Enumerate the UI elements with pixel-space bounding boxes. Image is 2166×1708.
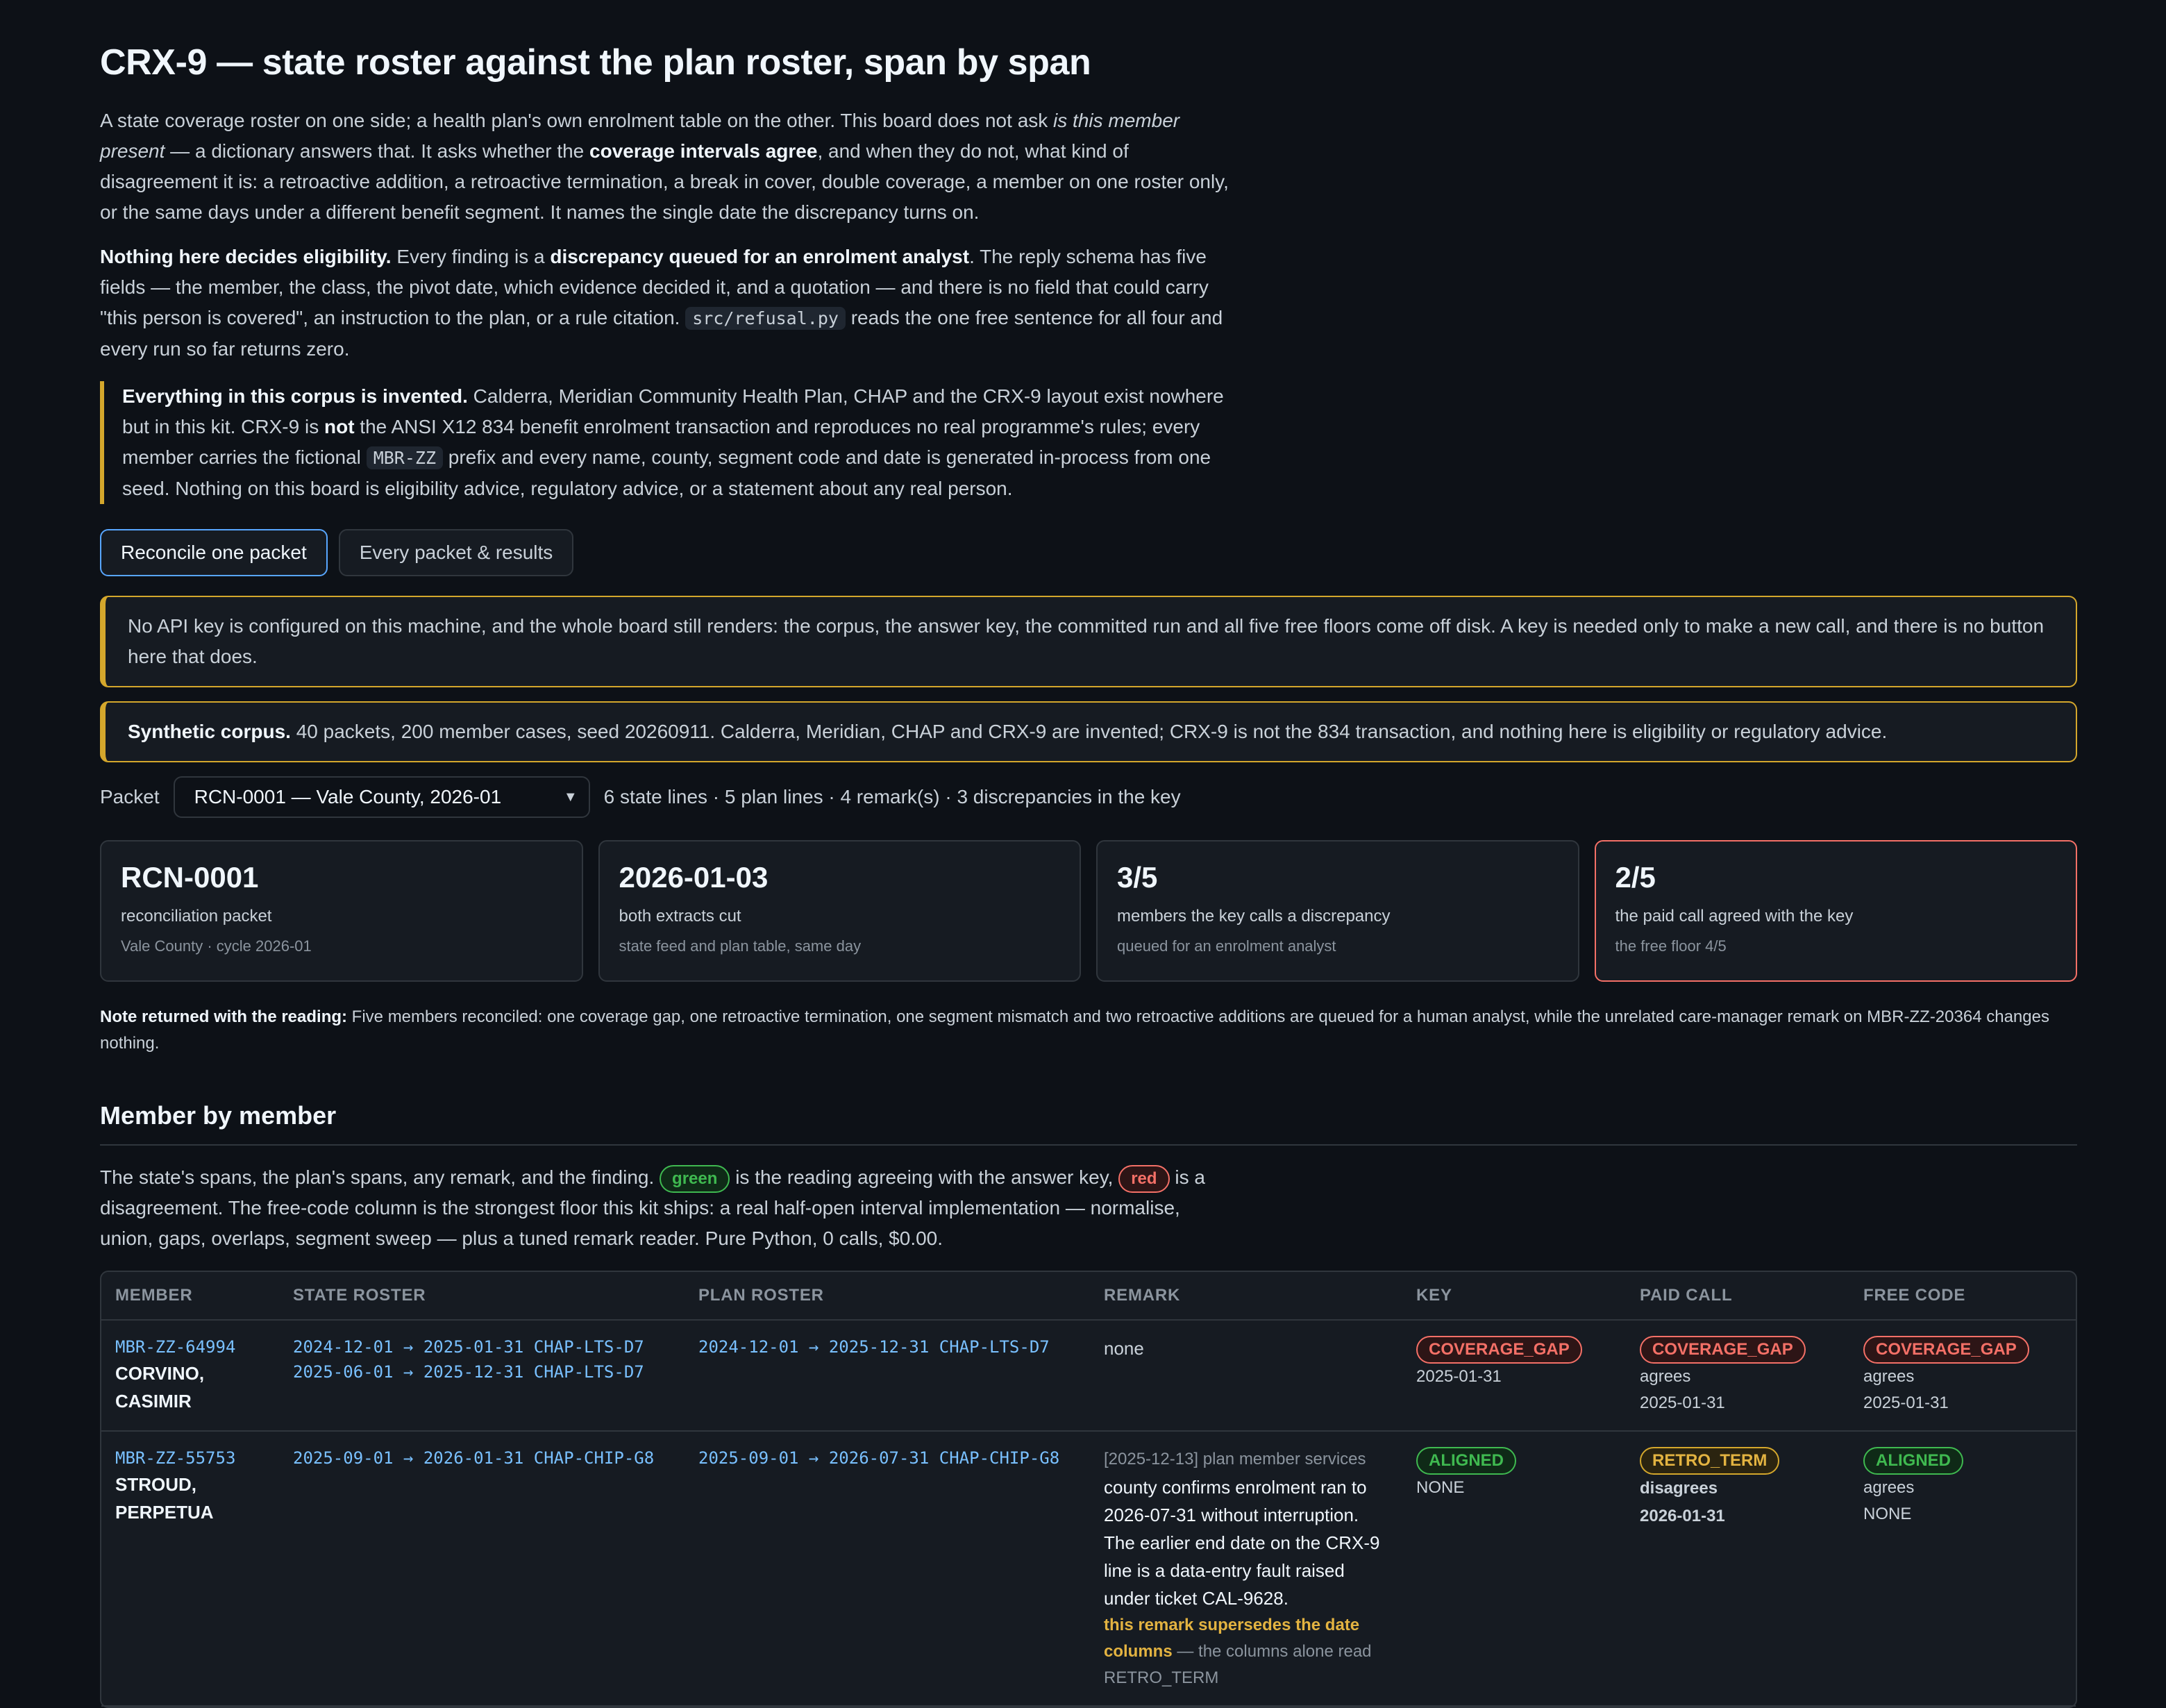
packet-summary: 6 state lines · 5 plan lines · 4 remark(…	[603, 786, 1181, 807]
invented-corpus-callout: Everything in this corpus is invented. C…	[100, 381, 1239, 504]
paid-date: 2025-01-31	[1640, 1393, 1725, 1412]
paid-class-badge: COVERAGE_GAP	[1640, 1336, 1806, 1364]
card-paid-call-agreement: 2/5 the paid call agreed with the key th…	[1594, 840, 2077, 982]
section-title: Member by member	[100, 1101, 2077, 1146]
col-key: Key	[1402, 1272, 1626, 1321]
packet-select-value: RCN-0001 — Vale County, 2026-01	[194, 786, 502, 807]
plan-span: 2024-12-01 → 2025-12-31 CHAP-LTS-D7	[698, 1337, 1050, 1357]
member-table: Member State roster Plan roster Remark K…	[100, 1271, 2077, 1708]
remark-none: none	[1104, 1338, 1144, 1359]
packet-picker: Packet RCN-0001 — Vale County, 2026-01 ▼…	[100, 776, 2077, 818]
table-header-row: Member State roster Plan roster Remark K…	[101, 1272, 2076, 1321]
remark-text: county confirms enrolment ran to 2026-07…	[1104, 1477, 1380, 1609]
col-plan-roster: Plan roster	[685, 1272, 1090, 1321]
member-id[interactable]: MBR-ZZ-55753	[115, 1446, 265, 1471]
col-state-roster: State roster	[279, 1272, 685, 1321]
state-span: 2025-06-01 → 2025-12-31 CHAP-LTS-D7	[293, 1362, 644, 1382]
member-name: CORVINO, CASIMIR	[115, 1363, 205, 1412]
card-packet: RCN-0001 reconciliation packet Vale Coun…	[100, 840, 583, 982]
card-cut-date: 2026-01-03 both extracts cut state feed …	[598, 840, 1081, 982]
free-verdict: agrees	[1863, 1367, 1915, 1386]
free-date: NONE	[1863, 1505, 1912, 1523]
key-class-badge: COVERAGE_GAP	[1416, 1336, 1582, 1364]
member-prefix-code: MBR-ZZ	[366, 446, 443, 469]
state-span: 2024-12-01 → 2025-01-31 CHAP-LTS-D7	[293, 1337, 644, 1357]
key-date: 2025-01-31	[1416, 1367, 1502, 1386]
paid-verdict: disagrees	[1640, 1479, 1718, 1498]
intro-paragraph-1: A state coverage roster on one side; a h…	[100, 110, 1229, 223]
paid-class-badge: RETRO_TERM	[1640, 1447, 1780, 1475]
reading-note: Note returned with the reading: Five mem…	[100, 1007, 2049, 1053]
member-id[interactable]: MBR-ZZ-64994	[115, 1334, 265, 1359]
col-paid-call: Paid call	[1626, 1272, 1849, 1321]
free-date: 2025-01-31	[1863, 1393, 1949, 1412]
col-member: Member	[101, 1272, 279, 1321]
table-row: MBR-ZZ-64994 CORVINO, CASIMIR 2024-12-01…	[101, 1320, 2076, 1432]
synthetic-corpus-banner: Synthetic corpus. 40 packets, 200 member…	[100, 701, 2077, 762]
free-class-badge: ALIGNED	[1863, 1447, 1963, 1475]
plan-span: 2025-09-01 → 2026-07-31 CHAP-CHIP-G8	[698, 1448, 1060, 1468]
intro-paragraph-2: Nothing here decides eligibility. Every …	[100, 246, 1223, 360]
section-description: The state's spans, the plan's spans, any…	[100, 1165, 1205, 1249]
paid-verdict: agrees	[1640, 1367, 1691, 1386]
remark-source: [2025-12-13] plan member services	[1104, 1450, 1366, 1468]
legend-red-badge: red	[1118, 1165, 1170, 1193]
col-remark: Remark	[1090, 1272, 1402, 1321]
state-span: 2025-09-01 → 2026-01-31 CHAP-CHIP-G8	[293, 1448, 655, 1468]
page-title: CRX-9 — state roster against the plan ro…	[100, 42, 1091, 83]
chevron-down-icon: ▼	[563, 789, 578, 805]
key-date: NONE	[1416, 1478, 1465, 1497]
legend-green-badge: green	[660, 1165, 730, 1193]
remark-supersede-note: this remark supersedes the date columns …	[1104, 1616, 1372, 1687]
packet-label: Packet	[100, 786, 160, 807]
paid-date: 2026-01-31	[1640, 1507, 1725, 1525]
col-free-code: Free code	[1849, 1272, 2076, 1321]
packet-select[interactable]: RCN-0001 — Vale County, 2026-01 ▼	[173, 776, 590, 818]
refusal-file-code: src/refusal.py	[685, 307, 846, 330]
key-class-badge: ALIGNED	[1416, 1447, 1516, 1475]
table-row: MBR-ZZ-55753 STROUD, PERPETUA 2025-09-01…	[101, 1431, 2076, 1707]
api-key-banner: No API key is configured on this machine…	[100, 596, 2077, 687]
tab-reconcile-one-packet[interactable]: Reconcile one packet	[100, 529, 328, 576]
member-name: STROUD, PERPETUA	[115, 1474, 214, 1523]
view-tabs: Reconcile one packet Every packet & resu…	[100, 529, 2077, 576]
card-discrepancies: 3/5 members the key calls a discrepancy …	[1096, 840, 1579, 982]
tab-every-packet-results[interactable]: Every packet & results	[338, 529, 574, 576]
free-class-badge: COVERAGE_GAP	[1863, 1336, 2029, 1364]
free-verdict: agrees	[1863, 1478, 1915, 1497]
summary-cards: RCN-0001 reconciliation packet Vale Coun…	[100, 840, 2077, 982]
